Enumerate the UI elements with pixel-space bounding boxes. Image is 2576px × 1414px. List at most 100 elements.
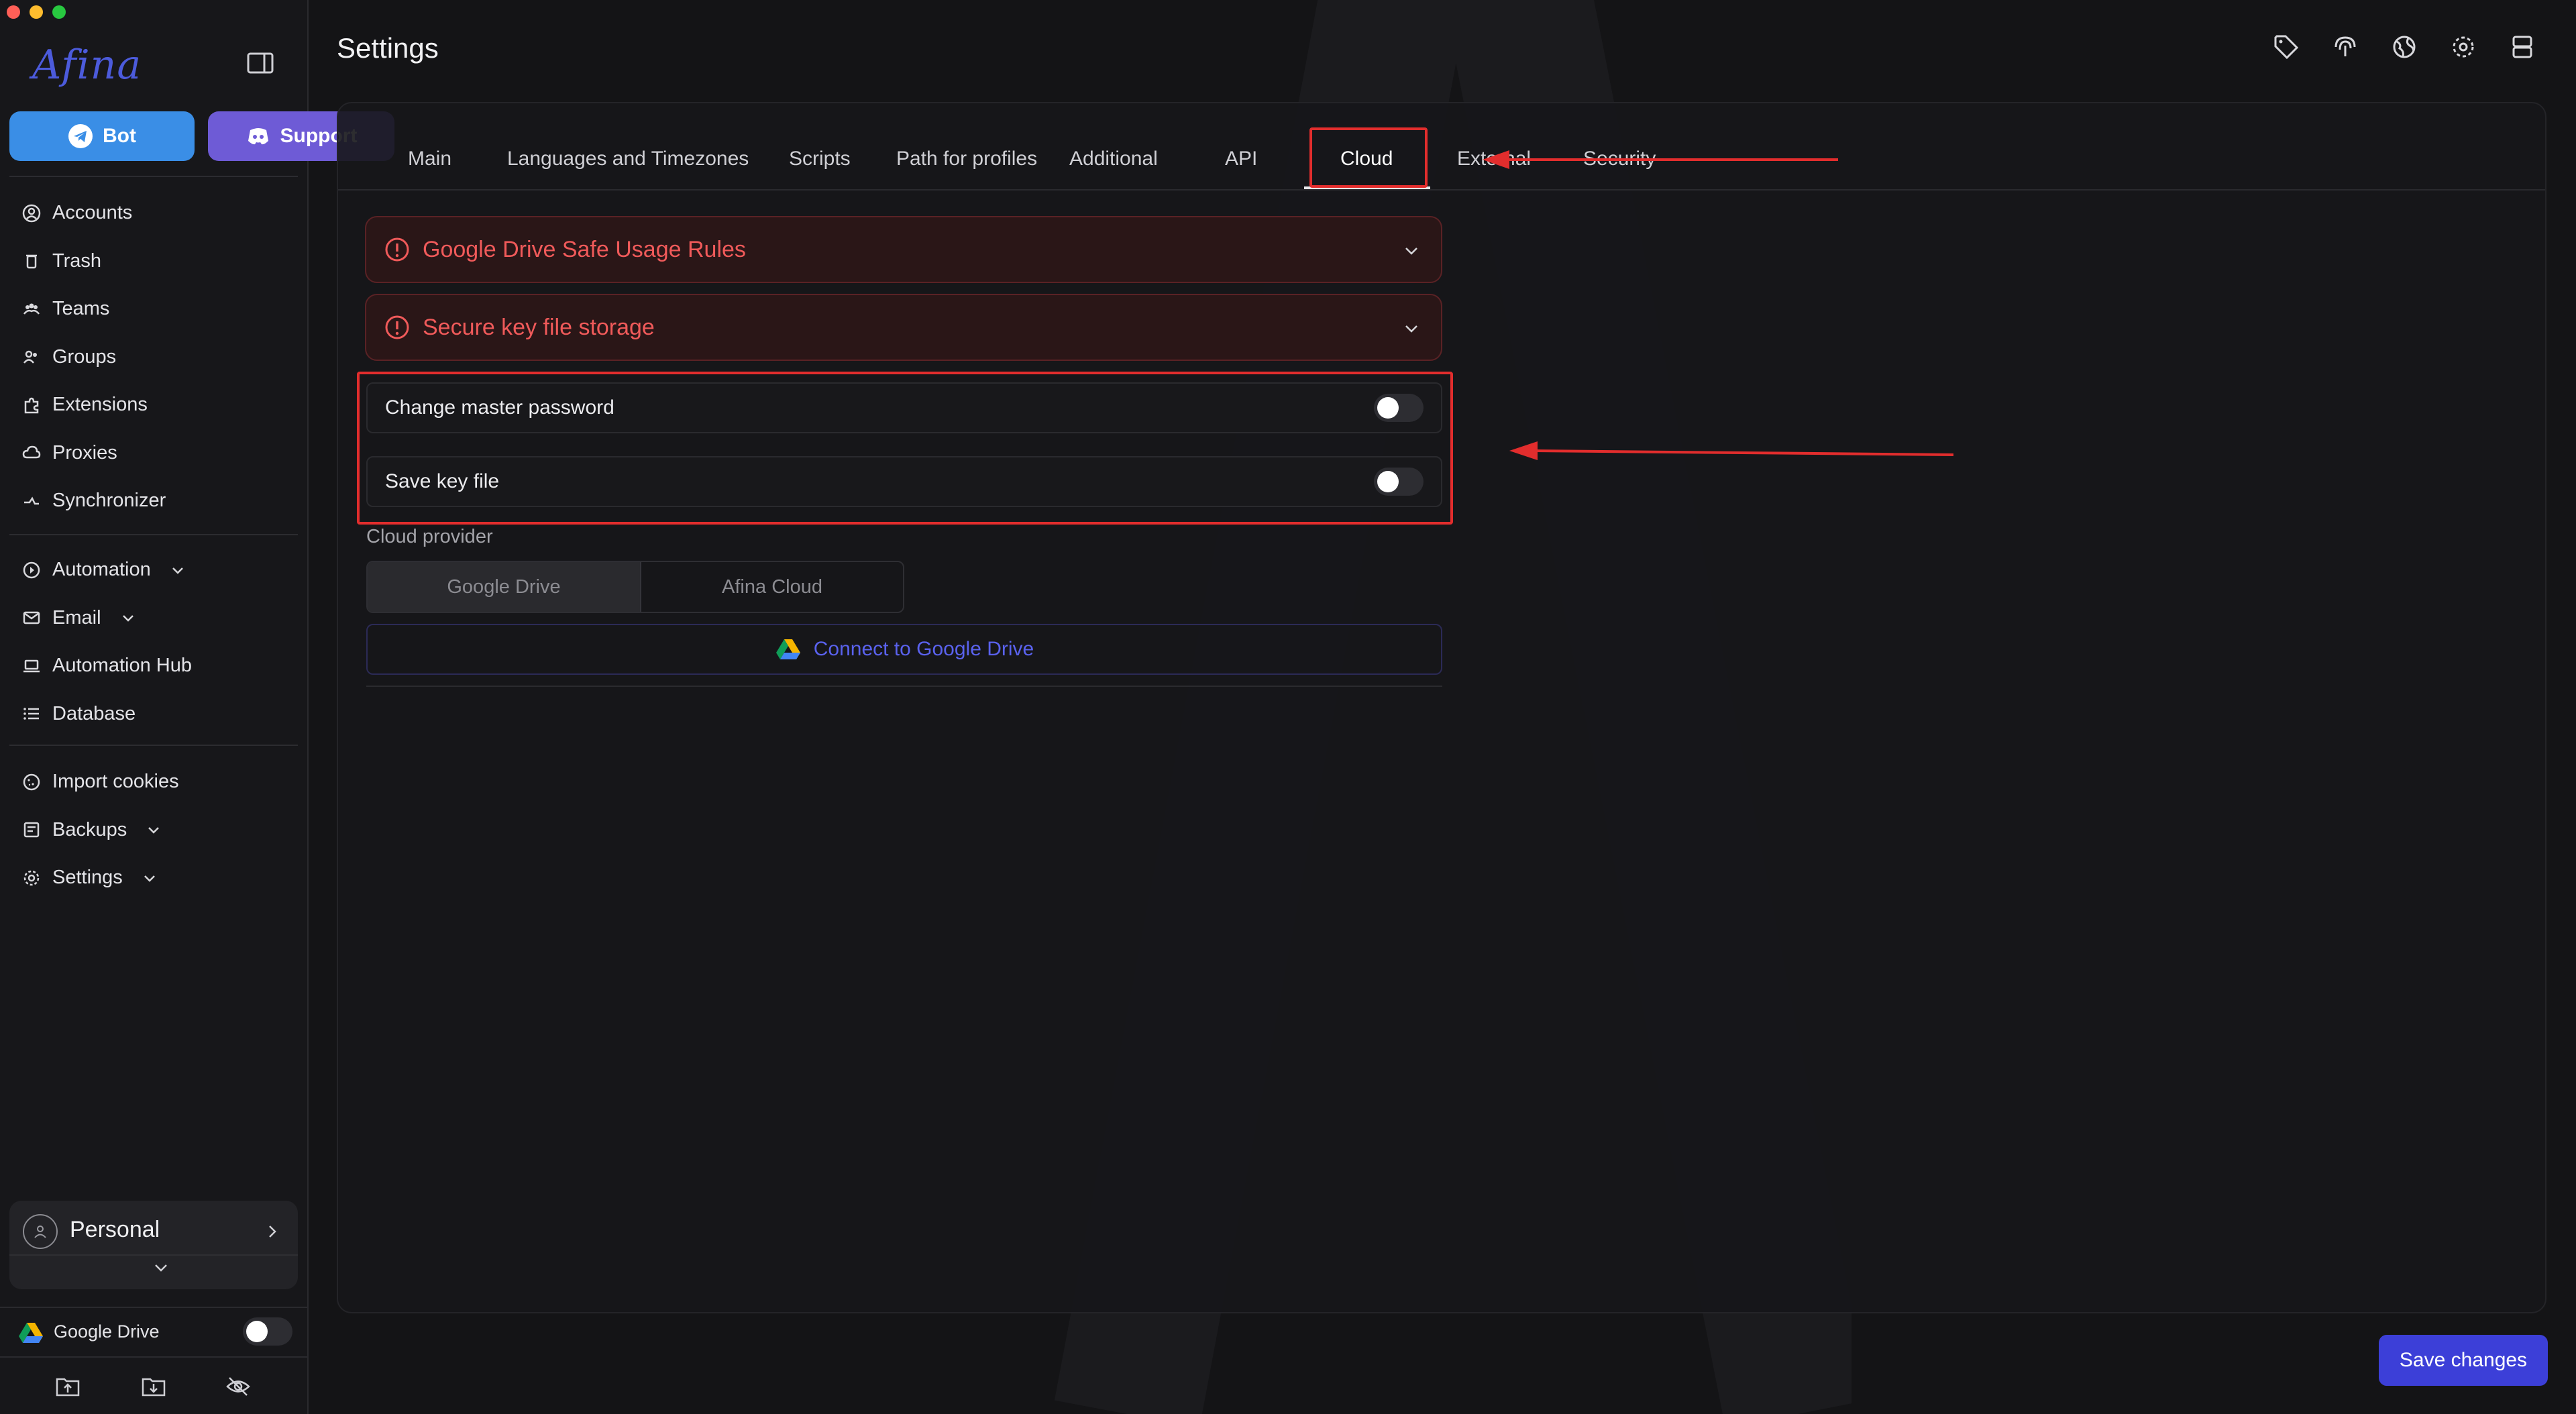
sidebar-item-label: Synchronizer (52, 490, 166, 512)
sidebar-item-teams[interactable]: Teams (0, 285, 309, 333)
laptop-icon (23, 659, 40, 672)
section-divider (366, 686, 1442, 687)
chevron-down-icon[interactable] (1402, 319, 1421, 338)
accordion-google-drive-rules[interactable]: Google Drive Safe Usage Rules (365, 216, 1442, 283)
tab-languages-timezones[interactable]: Languages and Timezones (507, 148, 749, 170)
connect-google-drive-button[interactable]: Connect to Google Drive (366, 624, 1442, 675)
gear-icon[interactable] (2450, 34, 2477, 60)
google-drive-sync-row: Google Drive (0, 1307, 309, 1355)
header-toolbar (2273, 34, 2536, 60)
provider-google-drive[interactable]: Google Drive (368, 562, 641, 612)
sidebar-item-automation[interactable]: Automation (0, 546, 309, 594)
workspace-name: Personal (70, 1217, 160, 1242)
alert-circle-icon (385, 315, 409, 339)
cookie-icon (23, 773, 40, 790)
cloud-icon (22, 445, 41, 459)
tabs-baseline (338, 189, 2545, 191)
fingerprint-icon[interactable] (2332, 34, 2359, 60)
avatar (23, 1214, 58, 1249)
accordion-secure-key-storage[interactable]: Secure key file storage (365, 294, 1442, 361)
folder-upload-icon[interactable] (55, 1375, 80, 1398)
sidebar-item-accounts[interactable]: Accounts (0, 189, 309, 237)
bot-button[interactable]: Bot (9, 111, 195, 161)
google-drive-label: Google Drive (54, 1321, 160, 1342)
close-window-button[interactable] (7, 5, 20, 19)
connect-google-drive-label: Connect to Google Drive (813, 638, 1034, 660)
sidebar-footer-actions (0, 1356, 309, 1414)
google-drive-toggle[interactable] (243, 1317, 292, 1346)
window-controls (7, 5, 66, 19)
folder-download-icon[interactable] (141, 1375, 166, 1398)
sidebar-item-label: Trash (52, 250, 102, 272)
sidebar-item-backups[interactable]: Backups (0, 806, 309, 855)
annotation-box-cloud-tab (1309, 127, 1428, 188)
tab-api[interactable]: API (1225, 148, 1257, 170)
sync-icon (24, 496, 39, 504)
save-changes-button[interactable]: Save changes (2379, 1335, 2548, 1386)
sidebar-item-label: Database (52, 702, 136, 724)
bot-button-label: Bot (103, 125, 136, 147)
tag-icon[interactable] (2273, 34, 2300, 60)
google-drive-icon (19, 1323, 43, 1343)
mail-icon (23, 612, 40, 624)
sidebar-item-label: Accounts (52, 202, 133, 224)
sidebar-item-label: Automation (52, 559, 151, 581)
google-drive-icon (775, 639, 800, 659)
list-icon (23, 708, 39, 720)
chevron-down-icon[interactable] (170, 562, 186, 578)
backup-icon (23, 822, 40, 838)
tab-scripts[interactable]: Scripts (789, 148, 851, 170)
sidebar-item-synchronizer[interactable]: Synchronizer (0, 477, 309, 525)
tab-security[interactable]: Security (1583, 148, 1656, 170)
minimize-window-button[interactable] (30, 5, 43, 19)
telegram-icon (68, 124, 93, 148)
sidebar-item-database[interactable]: Database (0, 690, 309, 739)
chevron-down-icon[interactable] (152, 1258, 170, 1277)
user-circle-icon (22, 204, 41, 222)
puzzle-icon (24, 397, 39, 413)
automation-icon (23, 561, 40, 578)
app-logo: Afina (32, 42, 142, 89)
user-icon (34, 1226, 46, 1238)
trash-icon (26, 255, 37, 269)
team-icon (23, 303, 40, 315)
workspace-switcher[interactable]: Personal (9, 1201, 298, 1289)
chevron-down-icon[interactable] (142, 870, 158, 886)
sidebar-item-import-cookies[interactable]: Import cookies (0, 758, 309, 806)
group-icon (23, 351, 37, 364)
tab-external[interactable]: External (1457, 148, 1531, 170)
chevron-down-icon[interactable] (1402, 241, 1421, 260)
sidebar-item-extensions[interactable]: Extensions (0, 381, 309, 429)
chevron-right-icon[interactable] (263, 1222, 282, 1241)
tab-path-for-profiles[interactable]: Path for profiles (896, 148, 1037, 170)
sidebar-collapse-icon[interactable] (247, 52, 274, 74)
sidebar-item-settings[interactable]: Settings (0, 854, 309, 902)
sidebar-item-groups[interactable]: Groups (0, 333, 309, 382)
zoom-window-button[interactable] (52, 5, 66, 19)
server-icon[interactable] (2509, 34, 2536, 60)
sidebar-item-automation-hub[interactable]: Automation Hub (0, 642, 309, 690)
chevron-down-icon[interactable] (120, 610, 136, 626)
tab-main[interactable]: Main (408, 148, 451, 170)
annotation-box-settings (357, 372, 1453, 525)
sidebar-divider (9, 176, 298, 177)
accordion-title: Google Drive Safe Usage Rules (423, 236, 746, 262)
gear-icon (23, 870, 40, 885)
sidebar-item-proxies[interactable]: Proxies (0, 429, 309, 478)
alert-circle-icon (385, 237, 409, 262)
sidebar-item-email[interactable]: Email (0, 594, 309, 643)
sidebar-item-label: Email (52, 606, 101, 629)
sidebar-nav-main: Accounts Trash Teams Groups Extensions P… (0, 189, 309, 525)
sidebar-item-label: Proxies (52, 441, 117, 464)
provider-afina-cloud[interactable]: Afina Cloud (641, 562, 903, 612)
sidebar-item-label: Import cookies (52, 771, 179, 793)
sidebar-item-label: Automation Hub (52, 655, 192, 677)
sidebar-item-trash[interactable]: Trash (0, 237, 309, 286)
globe-icon[interactable] (2391, 34, 2418, 60)
chevron-down-icon[interactable] (146, 822, 162, 838)
sidebar-nav-misc: Import cookies Backups Settings (0, 758, 309, 902)
accordion-title: Secure key file storage (423, 314, 655, 340)
cloud-provider-label: Cloud provider (366, 526, 493, 547)
tab-additional[interactable]: Additional (1069, 148, 1158, 170)
eye-off-icon[interactable] (225, 1375, 251, 1398)
